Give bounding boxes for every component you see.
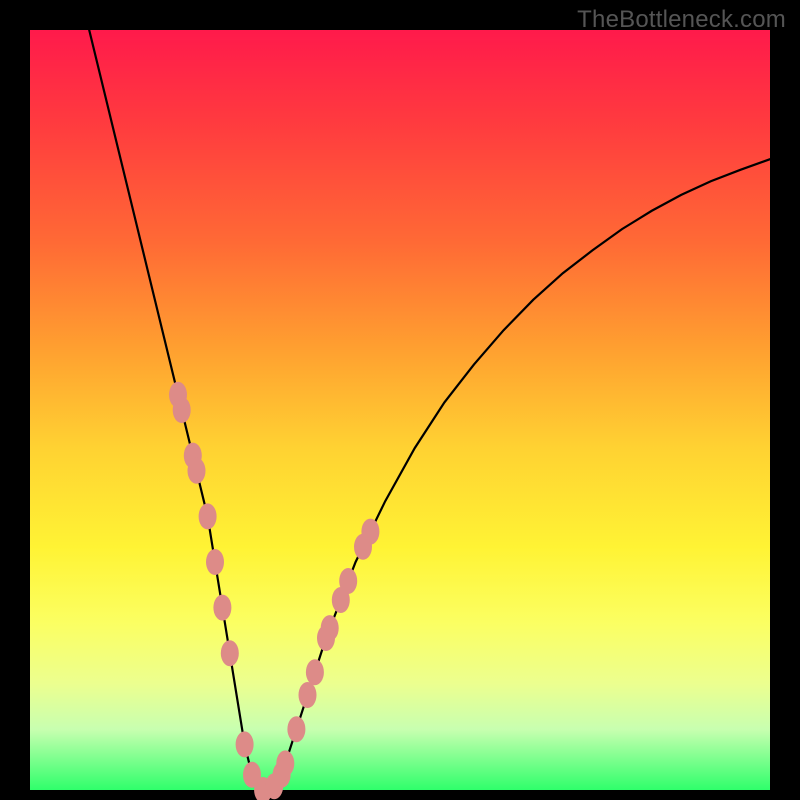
marker-point — [213, 595, 231, 621]
marker-point — [276, 750, 294, 776]
watermark-text: TheBottleneck.com — [577, 6, 786, 34]
chart-curve — [89, 30, 770, 790]
marker-point — [188, 458, 206, 484]
bottleneck-chart — [30, 30, 770, 790]
marker-point — [306, 659, 324, 685]
curve-path — [89, 30, 770, 790]
chart-markers — [169, 382, 379, 800]
marker-point — [299, 682, 317, 708]
marker-point — [206, 549, 224, 575]
marker-point — [221, 640, 239, 666]
marker-point — [321, 615, 339, 641]
marker-point — [361, 519, 379, 545]
marker-point — [236, 731, 254, 757]
marker-point — [339, 568, 357, 594]
marker-point — [199, 503, 217, 529]
marker-point — [287, 716, 305, 742]
marker-point — [173, 397, 191, 423]
